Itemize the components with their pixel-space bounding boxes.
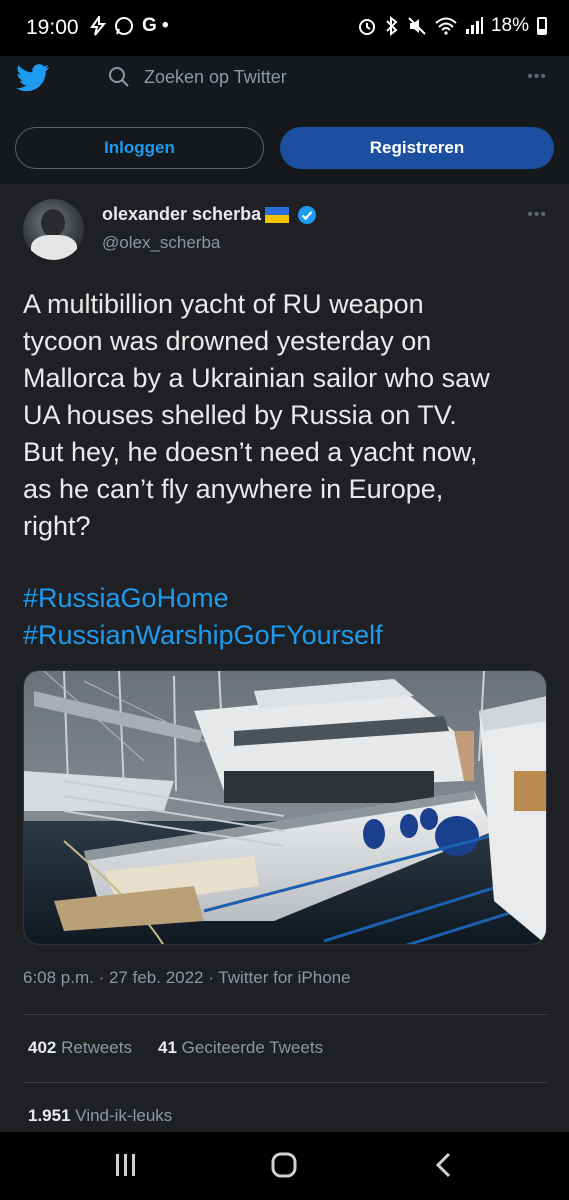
quotes-stat[interactable]: 41 Geciteerde Tweets [158, 1038, 323, 1058]
yacht-photo [24, 671, 546, 944]
status-right-icons: 18% [357, 15, 547, 37]
tweet-text-line: tycoon was drowned yesterday on [23, 326, 432, 356]
verified-badge-icon [298, 205, 317, 224]
tweet-timestamp[interactable]: 6:08 p.m. · 27 feb. 2022 · Twitter for i… [23, 968, 351, 988]
tweet-text-line: as he can’t fly anywhere in Europe, [23, 474, 444, 504]
signal-icon [465, 17, 483, 34]
android-nav-bar [0, 1132, 569, 1200]
likes-label: Vind-ik-leuks [75, 1106, 173, 1125]
tweet-media-image[interactable] [23, 670, 547, 945]
search-icon [109, 67, 129, 87]
tweet-text-line: right? [23, 511, 91, 541]
alarm-icon [358, 19, 375, 35]
hashtag-link[interactable]: #RussiaGoHome [23, 580, 383, 617]
battery-percent: 18% [490, 15, 529, 36]
tweet-text: A multibillion yacht of RU weapon tycoon… [23, 286, 553, 545]
whatsapp-icon [115, 17, 133, 35]
status-left-icons: G • [90, 15, 169, 37]
tweet-stats: 402 Retweets 41 Geciteerde Tweets [28, 1038, 323, 1058]
wifi-icon [435, 17, 457, 35]
quotes-count: 41 [157, 1038, 177, 1057]
login-button[interactable]: Inloggen [15, 127, 264, 169]
retweets-count: 402 [28, 1038, 57, 1057]
display-name[interactable]: olexander scherba [102, 204, 317, 225]
ukraine-flag-icon [265, 206, 290, 223]
more-options-icon[interactable]: ••• [527, 68, 547, 86]
tweet-text-line: A multibillion yacht of RU weapon [23, 289, 424, 319]
retweets-label: Retweets [61, 1038, 132, 1057]
divider [23, 1014, 547, 1015]
lightning-icon [90, 16, 106, 36]
twitter-logo-icon[interactable] [16, 64, 50, 92]
home-icon[interactable] [271, 1152, 297, 1178]
hashtag-link[interactable]: #RussianWarshipGoFYourself [23, 617, 383, 654]
mute-icon [408, 17, 426, 35]
divider [23, 1082, 547, 1083]
search-input[interactable]: Zoeken op Twitter [144, 67, 287, 88]
search-bar[interactable]: Zoeken op Twitter [108, 66, 287, 88]
tweet-text-line: Mallorca by a Ukrainian sailor who saw [23, 363, 490, 393]
tweet-more-icon[interactable]: ••• [527, 206, 547, 224]
retweets-stat[interactable]: 402 Retweets [28, 1038, 132, 1058]
status-bar: 19:00 G • 18% [0, 0, 569, 56]
user-handle[interactable]: @olex_scherba [102, 233, 220, 253]
recent-apps-icon[interactable] [114, 1152, 138, 1178]
likes-stat[interactable]: 1.951 Vind-ik-leuks [28, 1106, 172, 1126]
tweet-text-line: UA houses shelled by Russia on TV. [23, 400, 457, 430]
quotes-label: Geciteerde Tweets [181, 1038, 324, 1057]
battery-icon [537, 17, 547, 35]
likes-count: 1.951 [28, 1106, 71, 1125]
tweet-text-line: But hey, he doesn’t need a yacht now, [23, 437, 478, 467]
register-button[interactable]: Registreren [280, 127, 554, 169]
status-time: 19:00 [26, 16, 79, 39]
status-left-glyphs: G • [142, 15, 169, 36]
bluetooth-icon [386, 16, 398, 36]
display-name-text: olexander scherba [102, 204, 262, 224]
avatar[interactable] [23, 199, 84, 260]
back-icon[interactable] [434, 1152, 454, 1178]
hashtags: #RussiaGoHome #RussianWarshipGoFYourself [23, 580, 383, 654]
